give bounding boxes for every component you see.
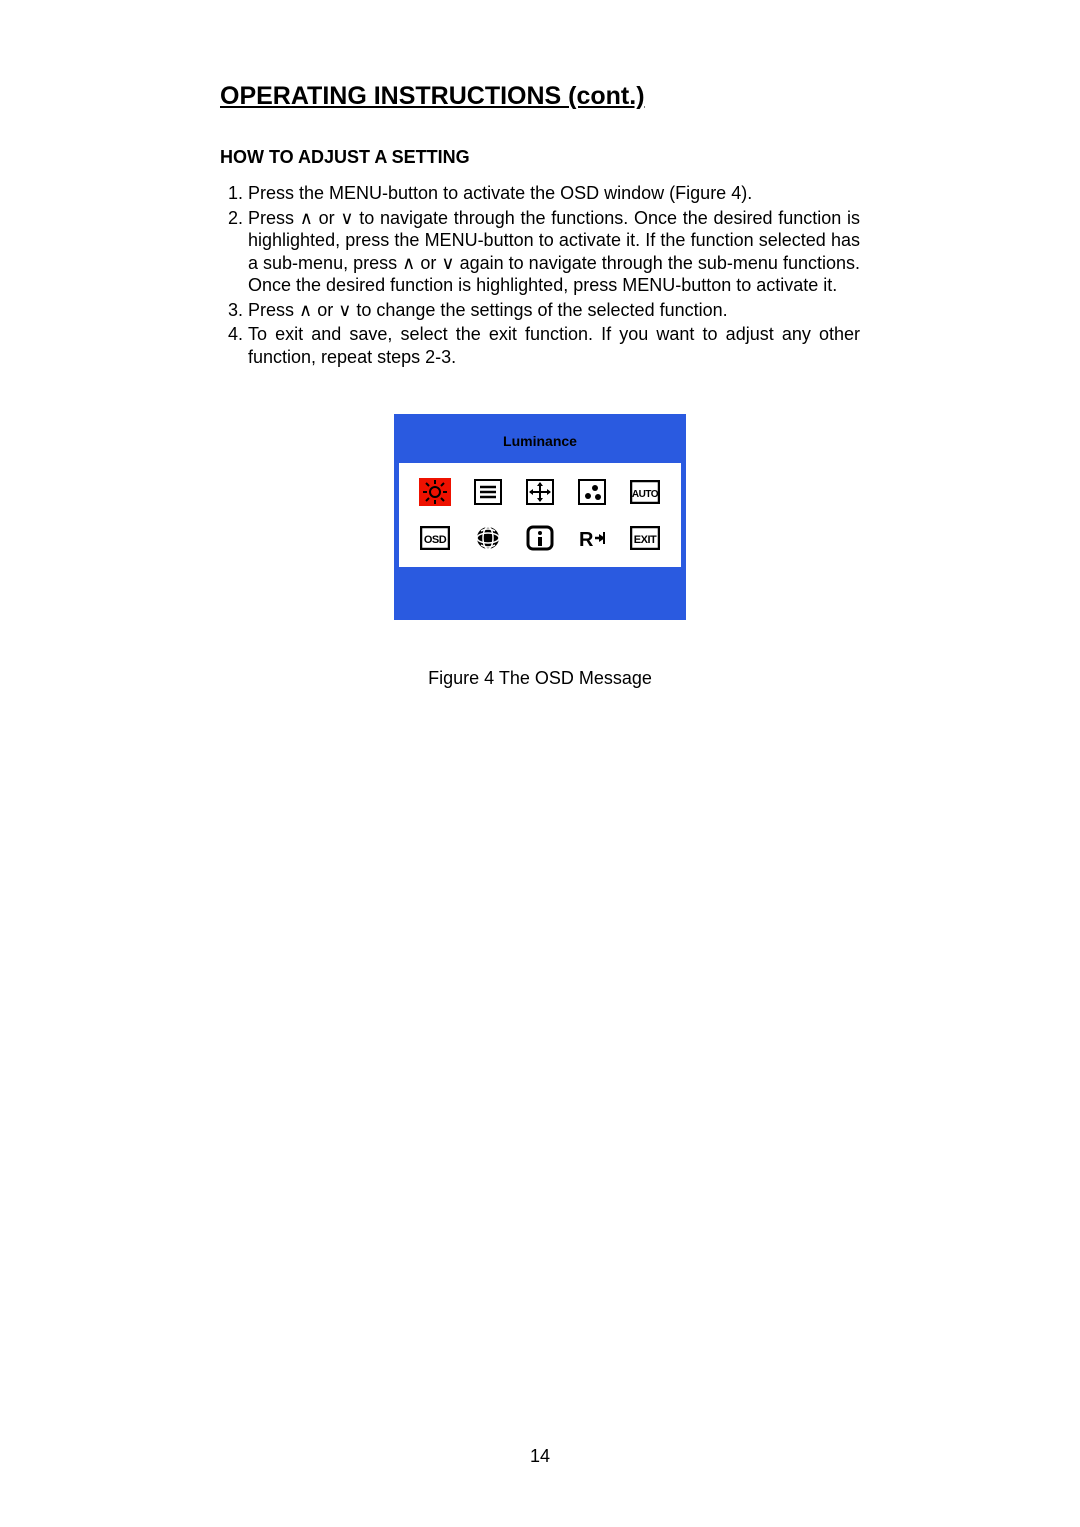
step-1: Press the MENU-button to activate the OS… (248, 182, 860, 205)
figure-caption: Figure 4 The OSD Message (220, 668, 860, 689)
osd-setup-icon: OSD (417, 523, 453, 553)
section-heading: HOW TO ADJUST A SETTING (220, 147, 860, 168)
svg-text:R: R (579, 529, 594, 551)
svg-text:OSD: OSD (424, 534, 447, 546)
position-icon (522, 477, 558, 507)
osd-row-2: OSD (409, 523, 671, 553)
osd-footer (399, 567, 681, 615)
step-2: Press ∧ or ∨ to navigate through the fun… (248, 207, 860, 297)
reset-icon: R (574, 523, 610, 553)
page-content: OPERATING INSTRUCTIONS (cont.) HOW TO AD… (0, 0, 1080, 689)
globe-icon (470, 523, 506, 553)
svg-text:EXIT: EXIT (634, 534, 657, 546)
step-3: Press ∧ or ∨ to change the settings of t… (248, 299, 860, 322)
osd-figure: Luminance (394, 414, 686, 620)
osd-row-1: AUTO (409, 477, 671, 507)
osd-icon-grid: AUTO OSD (399, 463, 681, 567)
step-4: To exit and save, select the exit functi… (248, 323, 860, 368)
exit-icon: EXIT (627, 523, 663, 553)
info-icon (522, 523, 558, 553)
instruction-list: Press the MENU-button to activate the OS… (220, 182, 860, 368)
color-icon (574, 477, 610, 507)
auto-icon: AUTO (627, 477, 663, 507)
svg-text:AUTO: AUTO (632, 489, 659, 500)
page-title: OPERATING INSTRUCTIONS (cont.) (220, 82, 860, 111)
osd-title: Luminance (399, 419, 681, 463)
osd-window: Luminance (394, 414, 686, 620)
luminance-icon (417, 477, 453, 507)
list-icon (470, 477, 506, 507)
page-number: 14 (0, 1446, 1080, 1467)
